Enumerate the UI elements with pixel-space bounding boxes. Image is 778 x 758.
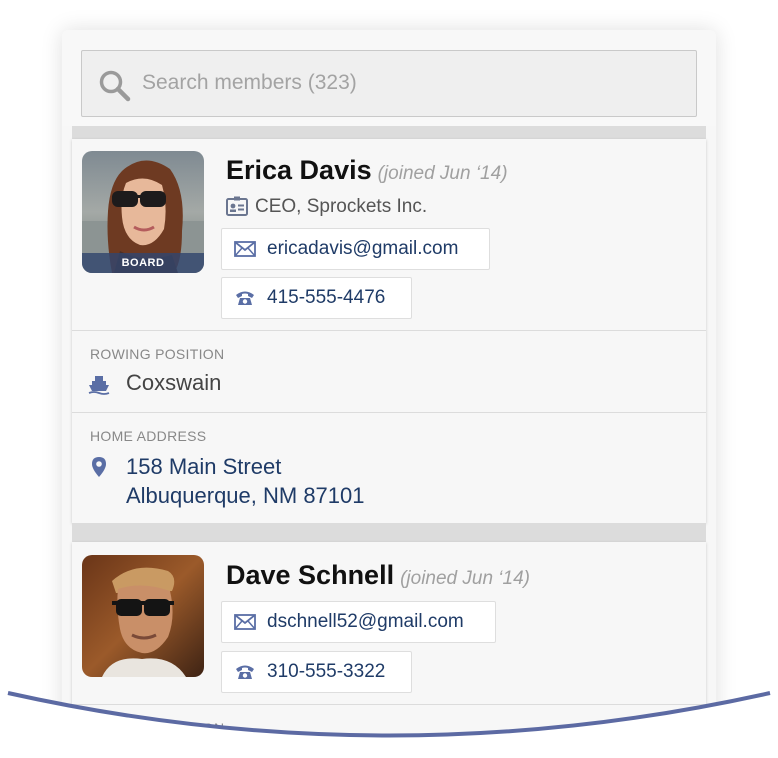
phone-button[interactable]: 310-555-3322 [221, 651, 412, 693]
avatar[interactable] [82, 555, 204, 677]
board-badge: BOARD [82, 253, 204, 273]
envelope-icon [234, 614, 256, 630]
search-placeholder: Search members (323) [142, 71, 357, 94]
list-separator [72, 523, 706, 542]
phone-button[interactable]: 415-555-4476 [221, 277, 412, 319]
member-name: Dave Schnell (joined Jun ‘14) [226, 560, 530, 591]
rowing-position-label: ROWING POSITION [90, 346, 225, 362]
job-title: CEO, Sprockets Inc. [226, 196, 427, 218]
avatar[interactable]: BOARD [82, 151, 204, 273]
email-text: dschnell52@gmail.com [267, 611, 464, 632]
search-icon [99, 70, 131, 102]
member-directory-panel: Search members (323) BOARD Erica Davis (… [62, 30, 716, 758]
address-line-2: Albuquerque, NM 87101 [126, 483, 365, 508]
member-name-text: Dave Schnell [226, 560, 395, 590]
member-name: Erica Davis (joined Jun ‘14) [226, 155, 508, 186]
email-text: ericadavis@gmail.com [267, 238, 459, 259]
rowing-position-label: ROWING POSITION [90, 720, 225, 736]
rowing-position-value: Coxswain [126, 370, 222, 395]
member-card[interactable]: Dave Schnell (joined Jun ‘14) dschnell52@… [72, 542, 706, 758]
envelope-icon [234, 241, 256, 257]
search-input[interactable]: Search members (323) [81, 50, 697, 117]
phone-text: 310-555-3322 [267, 661, 386, 682]
divider [72, 704, 706, 705]
phone-text: 415-555-4476 [267, 287, 386, 308]
avatar-photo [82, 555, 204, 677]
phone-icon [236, 291, 254, 305]
divider [72, 412, 706, 413]
joined-date: (joined Jun ‘14) [400, 568, 530, 589]
address-line-1: 158 Main Street [126, 454, 282, 479]
boat-icon [88, 376, 110, 395]
email-button[interactable]: ericadavis@gmail.com [221, 228, 490, 270]
list-separator [72, 126, 706, 139]
home-address[interactable]: 158 Main Street Albuquerque, NM 87101 [126, 452, 365, 510]
home-address-label: HOME ADDRESS [90, 428, 207, 444]
email-button[interactable]: dschnell52@gmail.com [221, 601, 496, 643]
phone-icon [236, 665, 254, 679]
joined-date: (joined Jun ‘14) [377, 163, 508, 184]
location-pin-icon [92, 457, 106, 477]
divider [72, 330, 706, 331]
job-title-text: CEO, Sprockets Inc. [255, 196, 428, 217]
search-bar: Search members (323) [62, 30, 716, 126]
id-badge-icon [226, 196, 248, 216]
member-name-text: Erica Davis [226, 155, 372, 185]
member-card[interactable]: BOARD Erica Davis (joined Jun ‘14) CEO, S… [72, 139, 706, 523]
